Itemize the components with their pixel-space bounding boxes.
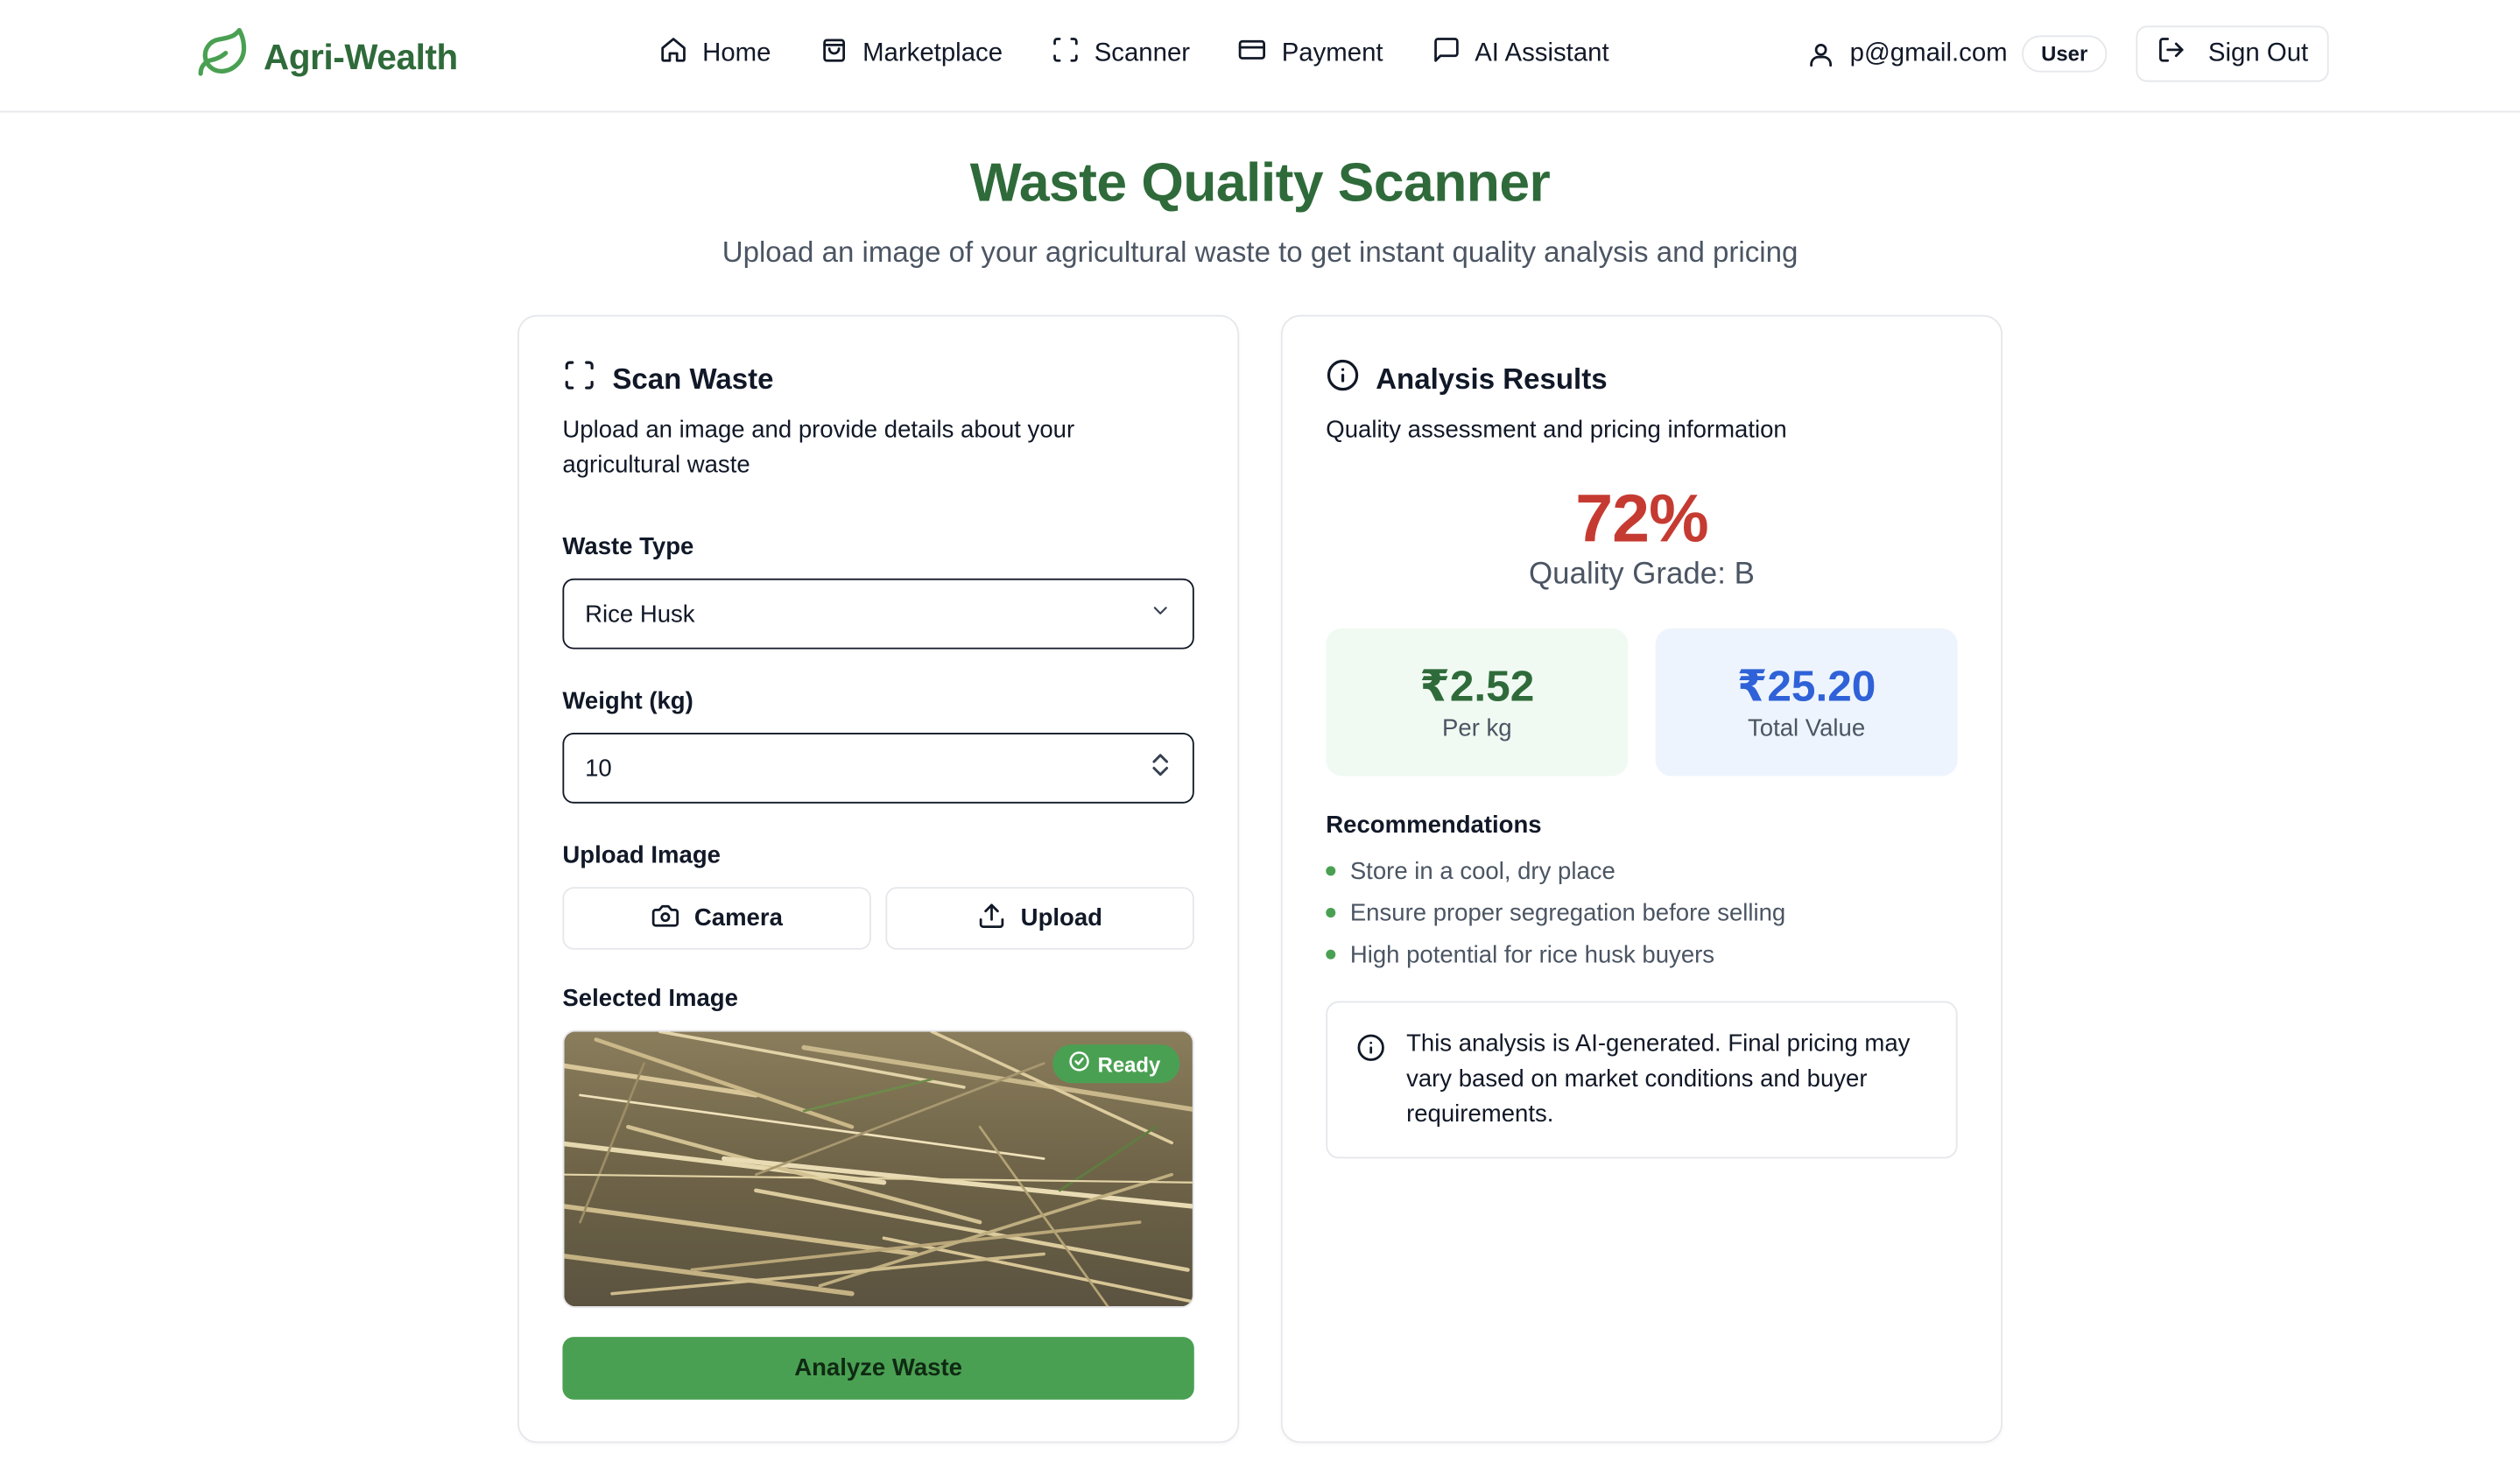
check-circle-icon <box>1069 1051 1090 1076</box>
main-nav: Home Marketplace Scanner Payment AI Assi… <box>659 35 1658 72</box>
brand-logo-link[interactable]: Agri-Wealth <box>196 25 458 88</box>
home-icon <box>659 35 688 72</box>
card-title: Scan Waste <box>612 362 774 395</box>
page-title: Waste Quality Scanner <box>969 152 1551 214</box>
waste-type-value: Rice Husk <box>585 600 695 628</box>
recommendations-label: Recommendations <box>1326 811 1542 840</box>
brand-name: Agri-Wealth <box>264 36 458 77</box>
per-kg-price-box: ₹2.52 Per kg <box>1326 628 1629 777</box>
nav-item-ai-assistant[interactable]: AI Assistant <box>1432 35 1609 72</box>
camera-icon <box>651 901 679 936</box>
card-title: Analysis Results <box>1376 362 1608 395</box>
card-header: Scan Waste <box>562 358 1193 400</box>
nav-item-payment[interactable]: Payment <box>1238 35 1383 72</box>
analysis-results-card: Analysis Results Quality assessment and … <box>1280 314 2003 1444</box>
list-item: High potential for rice husk buyers <box>1326 933 1957 975</box>
recommendation-text: High potential for rice husk buyers <box>1349 940 1715 968</box>
user-area: p@gmail.com User Sign Out <box>1806 25 2330 82</box>
number-spinner-icon[interactable] <box>1149 750 1172 785</box>
bullet-dot <box>1326 949 1336 959</box>
ready-badge: Ready <box>1052 1044 1180 1084</box>
total-value-box: ₹25.20 Total Value <box>1655 628 1958 777</box>
upload-button[interactable]: Upload <box>885 887 1194 950</box>
recommendations-list: Store in a cool, dry place Ensure proper… <box>1326 850 1957 975</box>
page-subtitle: Upload an image of your agricultural was… <box>722 235 1798 269</box>
weight-label: Weight (kg) <box>562 687 693 715</box>
selected-image-label: Selected Image <box>562 985 738 1013</box>
waste-type-select[interactable]: Rice Husk <box>562 578 1194 650</box>
selected-image-preview: Ready <box>562 1030 1194 1309</box>
weight-value: 10 <box>585 754 612 782</box>
message-square-icon <box>1432 35 1461 72</box>
per-kg-label: Per kg <box>1442 714 1512 743</box>
price-summary: ₹2.52 Per kg ₹25.20 Total Value <box>1326 628 1958 777</box>
list-item: Store in a cool, dry place <box>1326 850 1957 892</box>
info-icon <box>1356 1027 1385 1133</box>
sign-out-button[interactable]: Sign Out <box>2136 25 2330 82</box>
nav-label: Payment <box>1281 39 1383 67</box>
upload-image-label: Upload Image <box>562 841 721 870</box>
top-navbar: Agri-Wealth Home Marketplace Scanner Pay… <box>0 0 2520 113</box>
weight-input[interactable]: 10 <box>562 732 1194 804</box>
upload-icon <box>977 901 1006 936</box>
scan-icon <box>1051 35 1080 72</box>
quality-grade: Quality Grade: B <box>1529 557 1755 592</box>
nav-label: Marketplace <box>862 39 1003 67</box>
user-icon <box>1806 39 1835 68</box>
upload-button-row: Camera Upload <box>562 887 1194 950</box>
scan-icon <box>562 358 596 400</box>
user-email: p@gmail.com <box>1849 39 2008 67</box>
per-kg-price: ₹2.52 <box>1419 662 1535 711</box>
log-out-icon <box>2157 35 2186 72</box>
upload-button-label: Upload <box>1020 904 1103 932</box>
nav-label: Home <box>702 39 771 67</box>
nav-item-marketplace[interactable]: Marketplace <box>820 35 1003 72</box>
bullet-dot <box>1326 908 1336 918</box>
list-item: Ensure proper segregation before selling <box>1326 892 1957 934</box>
ai-disclaimer-notice: This analysis is AI-generated. Final pri… <box>1326 1001 1958 1159</box>
ready-label: Ready <box>1097 1051 1161 1076</box>
recommendation-text: Store in a cool, dry place <box>1349 857 1615 885</box>
camera-button-label: Camera <box>693 904 783 932</box>
card-description: Quality assessment and pricing informati… <box>1326 416 1787 444</box>
analyze-waste-button[interactable]: Analyze Waste <box>562 1337 1194 1400</box>
card-description: Upload an image and provide details abou… <box>562 416 1075 479</box>
bullet-dot <box>1326 866 1336 876</box>
card-header: Analysis Results <box>1326 358 1957 400</box>
nav-item-scanner[interactable]: Scanner <box>1051 35 1190 72</box>
shopping-bag-icon <box>820 35 848 72</box>
disclaimer-text: This analysis is AI-generated. Final pri… <box>1406 1030 1911 1128</box>
sign-out-label: Sign Out <box>2207 39 2309 67</box>
nav-label: Scanner <box>1094 39 1191 67</box>
camera-button[interactable]: Camera <box>562 887 871 950</box>
credit-card-icon <box>1238 35 1267 72</box>
page: Agri-Wealth Home Marketplace Scanner Pay… <box>0 0 2520 1483</box>
recommendation-text: Ensure proper segregation before selling <box>1349 898 1786 927</box>
info-icon <box>1326 358 1360 400</box>
scan-waste-card: Scan Waste Upload an image and provide d… <box>517 314 1240 1444</box>
leaf-icon <box>196 25 250 88</box>
chevron-down-icon <box>1149 600 1172 629</box>
nav-item-home[interactable]: Home <box>659 35 771 72</box>
quality-score: 72% <box>1575 480 1708 557</box>
role-badge: User <box>2022 35 2108 73</box>
nav-label: AI Assistant <box>1475 39 1609 67</box>
total-value-label: Total Value <box>1747 714 1866 743</box>
total-value: ₹25.20 <box>1736 662 1876 711</box>
waste-type-label: Waste Type <box>562 533 694 561</box>
